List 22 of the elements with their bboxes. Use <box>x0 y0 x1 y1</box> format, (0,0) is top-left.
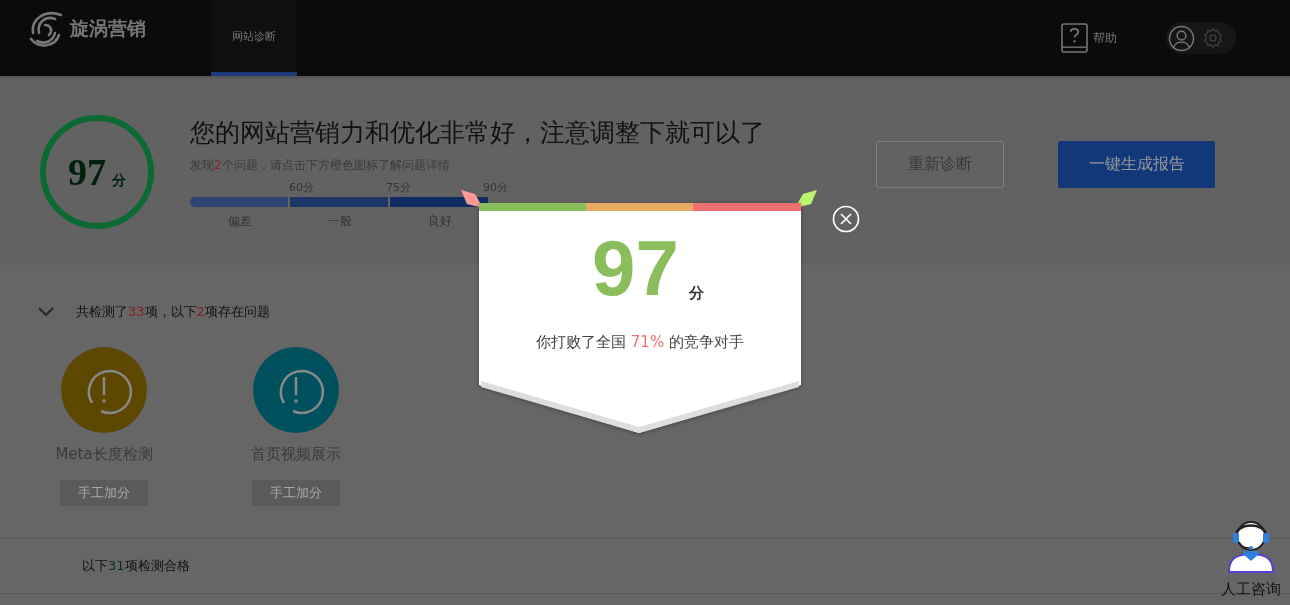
ranking-text: 你打败了全国 71% 的竞争对手 <box>535 333 745 352</box>
nav-tab[interactable]: 网站诊断 <box>211 0 297 76</box>
warning-icon[interactable] <box>253 347 339 433</box>
user-icon[interactable] <box>1168 24 1195 52</box>
warning-icon[interactable] <box>61 347 147 433</box>
generate-report-button[interactable]: 一键生成报告 <box>1058 141 1215 188</box>
chevron-icon[interactable] <box>38 307 54 317</box>
consult-label[interactable]: 人工咨询 <box>1221 580 1281 599</box>
ribbon-corner-icon <box>461 190 483 208</box>
passed-summary: 以下31项检测合格 <box>82 557 190 575</box>
help-book-icon[interactable] <box>1061 22 1088 54</box>
modal-score-unit: 分 <box>688 284 704 303</box>
score-value: 97 <box>68 150 106 194</box>
help-link[interactable]: 帮助 <box>1093 29 1117 47</box>
manual-score-button[interactable]: 手工加分 <box>252 480 340 506</box>
summary-title: 您的网站营销力和优化非常好，注意调整下就可以了 <box>190 117 766 149</box>
issues-summary: 共检测了 33项，以下2项存在问题 <box>76 303 270 321</box>
close-icon[interactable] <box>832 205 860 233</box>
manual-score-button[interactable]: 手工加分 <box>60 480 148 506</box>
score-unit: 分 <box>112 172 126 190</box>
modal-score: 97 <box>592 229 679 307</box>
logo-text: 旋涡营销 <box>70 16 146 41</box>
